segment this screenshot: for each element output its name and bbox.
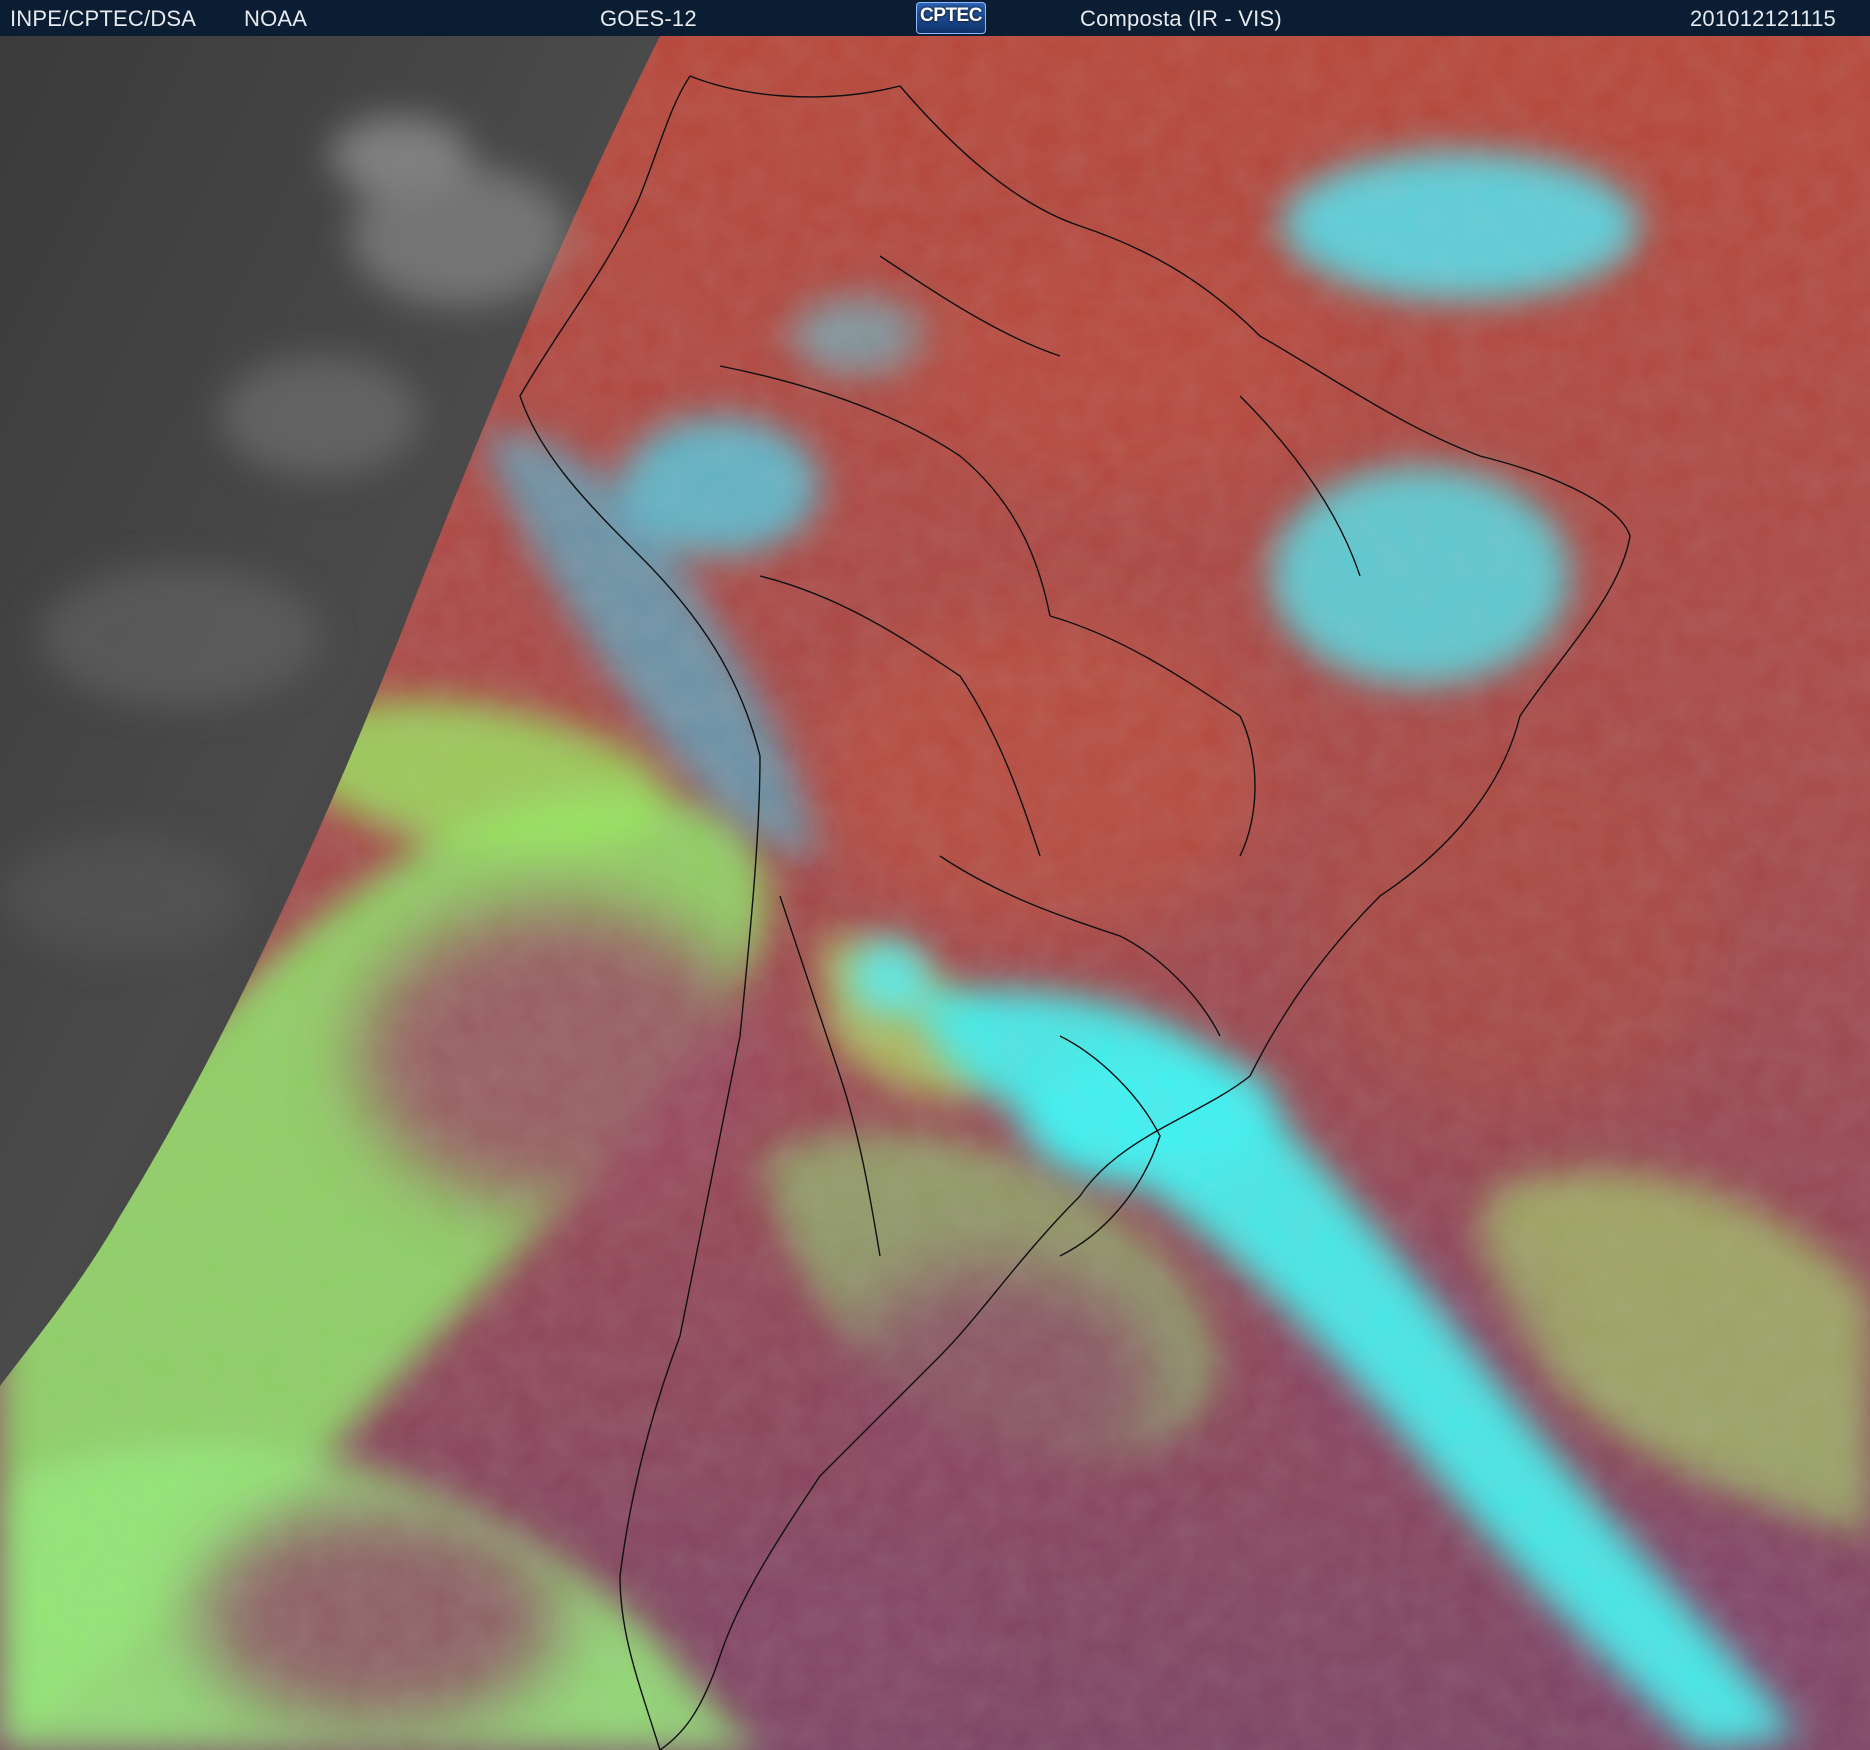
satellite-label: GOES-12 bbox=[600, 6, 697, 31]
header-bar: INPE/CPTEC/DSA NOAA GOES-12 CPTEC Compos… bbox=[0, 0, 1870, 36]
partner-label: NOAA bbox=[244, 6, 308, 31]
agency-label: INPE/CPTEC/DSA bbox=[10, 6, 197, 31]
timestamp-label: 201012121115 bbox=[1690, 6, 1836, 31]
logo-text: CPTEC bbox=[920, 5, 982, 26]
product-label: Composta (IR - VIS) bbox=[1080, 6, 1282, 31]
satellite-image bbox=[0, 36, 1870, 1750]
cptec-logo: CPTEC bbox=[916, 2, 986, 34]
